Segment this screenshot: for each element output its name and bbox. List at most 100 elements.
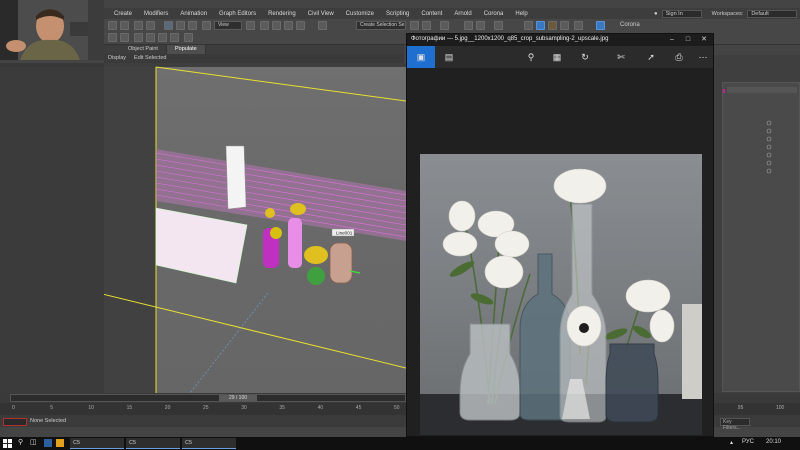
maxscript-listener[interactable] [3, 418, 27, 426]
selection-set-dropdown[interactable]: Create Selection Se [356, 21, 406, 30]
info-icon[interactable]: ▤ [443, 51, 455, 63]
displayed-photo[interactable] [420, 154, 702, 435]
render-setup-icon[interactable] [524, 21, 533, 30]
graphite-icon[interactable] [134, 33, 143, 42]
time-slider-handle[interactable]: 29 / 100 [219, 395, 257, 401]
print-icon[interactable]: ⎙ [673, 51, 685, 63]
photo-canvas[interactable] [407, 68, 713, 436]
menu-content[interactable]: Content [415, 11, 448, 17]
ruler-tick-label: 35 [279, 405, 285, 411]
white-card-object [225, 145, 247, 210]
redo-icon[interactable] [120, 21, 129, 30]
network-icon[interactable]: ▴ [730, 439, 733, 446]
region-select-icon[interactable] [188, 21, 197, 30]
more-icon[interactable]: ⋯ [697, 51, 709, 63]
ruler-tick-label: 15 [126, 405, 133, 411]
share-icon[interactable]: ➚ [645, 51, 657, 63]
command-panel-rollout [721, 82, 800, 392]
tab-populate[interactable]: Populate [166, 45, 206, 54]
ruler-tick-label: 95 [737, 405, 744, 411]
object-paint-icon[interactable] [170, 33, 179, 42]
freeform-icon[interactable] [146, 33, 155, 42]
unlink-icon[interactable] [146, 21, 155, 30]
taskbar-app-icon[interactable] [44, 439, 52, 447]
link-icon[interactable] [134, 21, 143, 30]
selection-tools-icon[interactable] [158, 33, 167, 42]
command-panel-controls [721, 87, 797, 174]
move-icon[interactable] [202, 21, 211, 30]
curve-editor-icon[interactable] [464, 21, 473, 30]
menu-right: ● Sign In Workspaces: Default [654, 8, 798, 19]
scene-explorer-bar: Display Edit Selected [104, 54, 404, 63]
minimize-icon[interactable]: – [665, 35, 679, 45]
taskbar-app-3dsmax-2[interactable]: C5 [126, 438, 180, 449]
edit-named-selection-icon[interactable] [318, 21, 327, 30]
crop-icon[interactable]: ✄ [615, 51, 627, 63]
spinner-snap-icon[interactable] [296, 21, 305, 30]
layer-icon[interactable] [440, 21, 449, 30]
webcam-overlay [0, 0, 104, 60]
edit-selected-menu[interactable]: Edit Selected [130, 54, 170, 63]
align-icon[interactable] [422, 21, 431, 30]
menu-graph-editors[interactable]: Graph Editors [213, 11, 262, 17]
menu-scripting[interactable]: Scripting [380, 11, 415, 17]
material-editor-icon[interactable] [494, 21, 503, 30]
webcam-image [0, 0, 104, 60]
menu-customize[interactable]: Customize [340, 11, 380, 17]
search-icon[interactable]: ⚲ [18, 438, 23, 446]
taskbar-app-3dsmax-3[interactable]: C5 [182, 438, 236, 449]
menu-rendering[interactable]: Rendering [262, 11, 302, 17]
layer-manager-icon[interactable] [108, 33, 117, 42]
select-by-name-icon[interactable] [176, 21, 185, 30]
mirror-icon[interactable] [410, 21, 419, 30]
menu-help[interactable]: Help [509, 11, 533, 17]
workspace-select[interactable]: Default [747, 9, 798, 18]
select-icon[interactable] [164, 21, 173, 30]
task-view-icon[interactable]: ◫ [30, 438, 37, 446]
taskbar-app-icon[interactable] [56, 439, 64, 447]
populate-icon[interactable] [184, 33, 193, 42]
undo-icon[interactable] [108, 21, 117, 30]
rotate-icon[interactable]: ↻ [579, 51, 591, 63]
schematic-icon[interactable] [476, 21, 485, 30]
scene-explorer-icon[interactable] [120, 33, 129, 42]
corona-vfb-icon[interactable] [574, 21, 583, 30]
view-button[interactable]: ▣ [407, 46, 435, 68]
flowers-photo-image [420, 154, 702, 435]
menu-bar: Create Modifiers Animation Graph Editors… [0, 8, 800, 19]
key-filters-button[interactable]: Key Filters... [720, 418, 750, 431]
menu-corona[interactable]: Corona [478, 11, 510, 17]
maximize-icon[interactable]: □ [681, 35, 695, 45]
menu-civil-view[interactable]: Civil View [302, 11, 340, 17]
zoom-icon[interactable]: ⚲ [525, 51, 537, 63]
language-indicator[interactable]: РУС [742, 439, 754, 445]
menu-animation[interactable]: Animation [174, 11, 213, 17]
taskbar-app-3dsmax-1[interactable]: C5 [70, 438, 124, 449]
sign-in-button[interactable]: Sign In [661, 9, 702, 18]
corona-interactive-icon[interactable] [596, 21, 605, 30]
ruler-tick-label: 25 [203, 405, 209, 411]
time-slider[interactable]: 29 / 100 [10, 394, 406, 402]
scene-explorer-panel [0, 63, 104, 393]
percent-snap-icon[interactable] [284, 21, 293, 30]
clock[interactable]: 20:10 [766, 439, 781, 445]
corona-render-icon[interactable] [560, 21, 569, 30]
close-icon[interactable]: ✕ [697, 35, 711, 45]
ribbon-tabs: Object Paint Populate [104, 45, 404, 54]
angle-snap-icon[interactable] [272, 21, 281, 30]
menu-create[interactable]: Create [108, 11, 138, 17]
snap-icon[interactable] [260, 21, 269, 30]
windows-start-icon[interactable] [3, 439, 12, 448]
menu-modifiers[interactable]: Modifiers [138, 11, 174, 17]
menu-arnold[interactable]: Arnold [448, 11, 477, 17]
delete-icon[interactable]: ▦ [551, 51, 563, 63]
tab-object-paint[interactable]: Object Paint [120, 45, 167, 54]
safe-frame-line [155, 66, 406, 102]
display-menu[interactable]: Display [104, 54, 130, 63]
render-icon[interactable] [548, 21, 557, 30]
view-dropdown[interactable]: View [214, 21, 242, 30]
render-frame-icon[interactable] [536, 21, 545, 30]
object-tooltip: Line001 [336, 231, 353, 236]
pivot-icon[interactable] [246, 21, 255, 30]
photos-window-title: Фотографии — 5.jpg__1200x1200_q85_crop_s… [411, 36, 609, 42]
